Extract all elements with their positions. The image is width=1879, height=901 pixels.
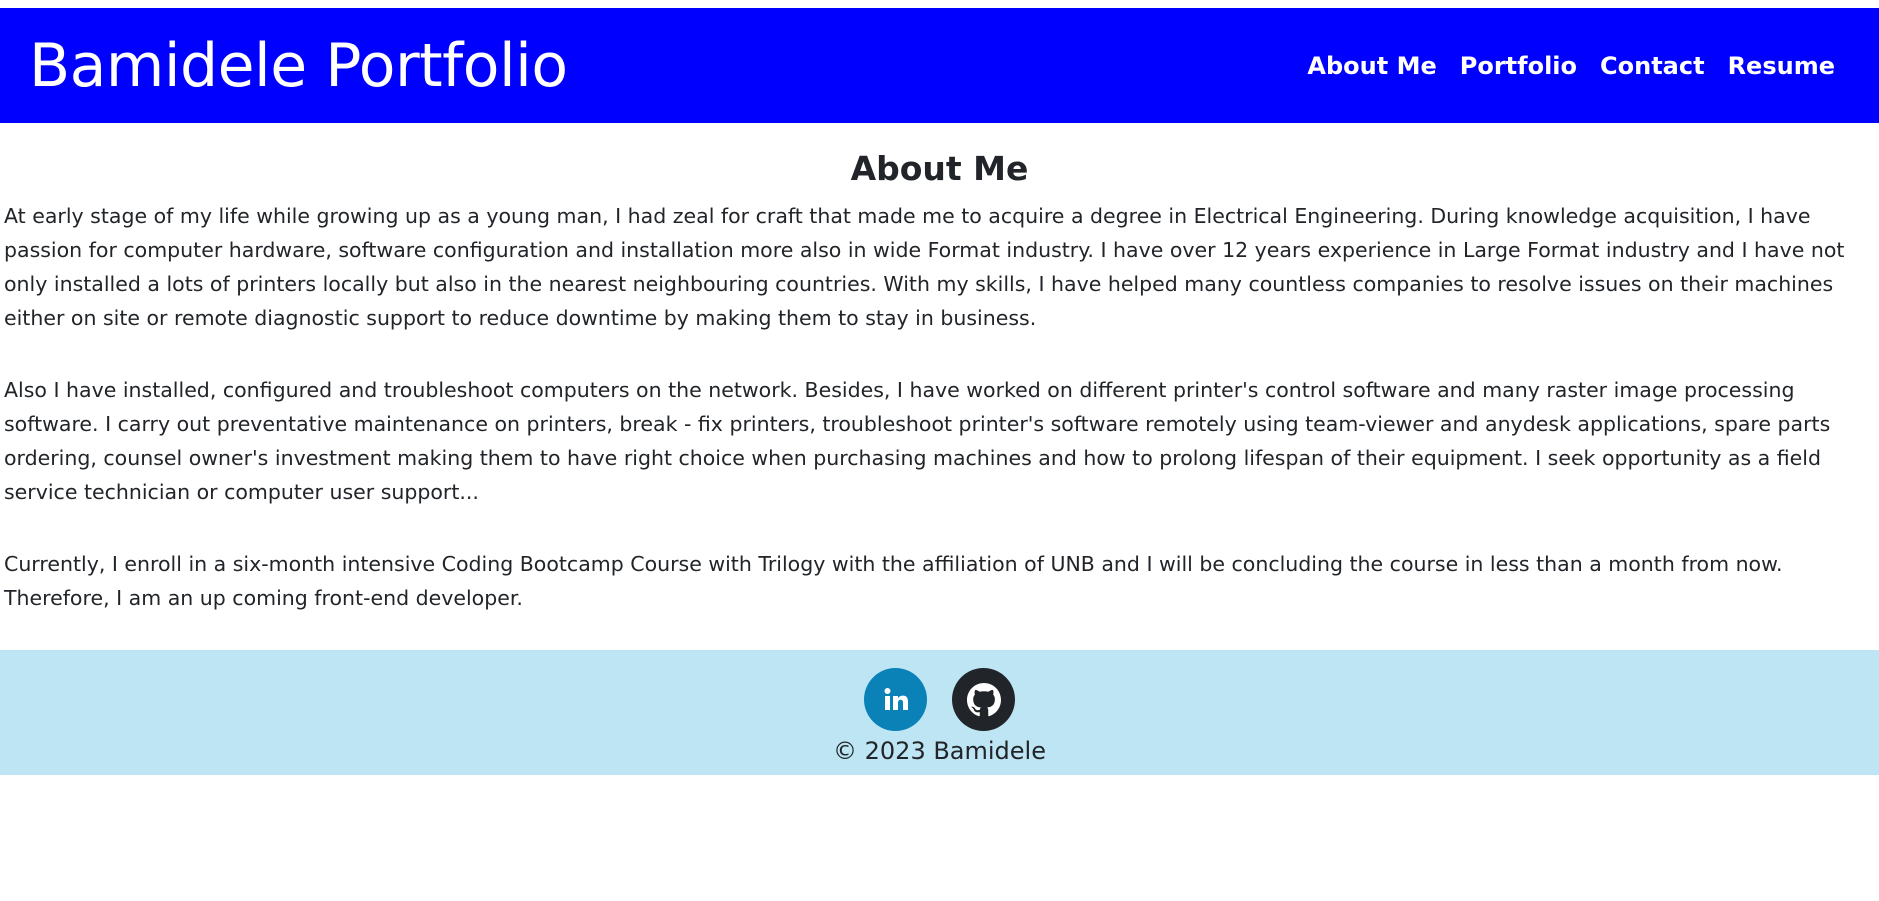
- top-strip: [0, 0, 1879, 8]
- about-paragraph-2: Also I have installed, configured and tr…: [4, 378, 1831, 505]
- about-paragraph-3: Currently, I enroll in a six-month inten…: [4, 552, 1783, 611]
- site-footer: © 2023 Bamidele: [0, 650, 1879, 775]
- nav-link-resume[interactable]: Resume: [1728, 52, 1835, 80]
- main-nav: About Me Portfolio Contact Resume: [1307, 52, 1835, 80]
- about-paragraph-1: At early stage of my life while growing …: [4, 204, 1845, 331]
- copyright-text: © 2023 Bamidele: [833, 737, 1046, 765]
- section-heading: About Me: [850, 149, 1029, 188]
- nav-link-portfolio[interactable]: Portfolio: [1460, 52, 1577, 80]
- nav-link-contact[interactable]: Contact: [1600, 52, 1705, 80]
- github-button[interactable]: [952, 668, 1015, 731]
- linkedin-button[interactable]: [864, 668, 927, 731]
- about-section: About Me At early stage of my life while…: [0, 149, 1879, 615]
- site-header: Bamidele Portfolio About Me Portfolio Co…: [0, 8, 1879, 123]
- site-title[interactable]: Bamidele Portfolio: [29, 36, 568, 96]
- social-links: [0, 668, 1879, 731]
- linkedin-icon: [884, 687, 908, 710]
- nav-link-about-me[interactable]: About Me: [1307, 52, 1436, 80]
- github-icon: [966, 682, 1001, 716]
